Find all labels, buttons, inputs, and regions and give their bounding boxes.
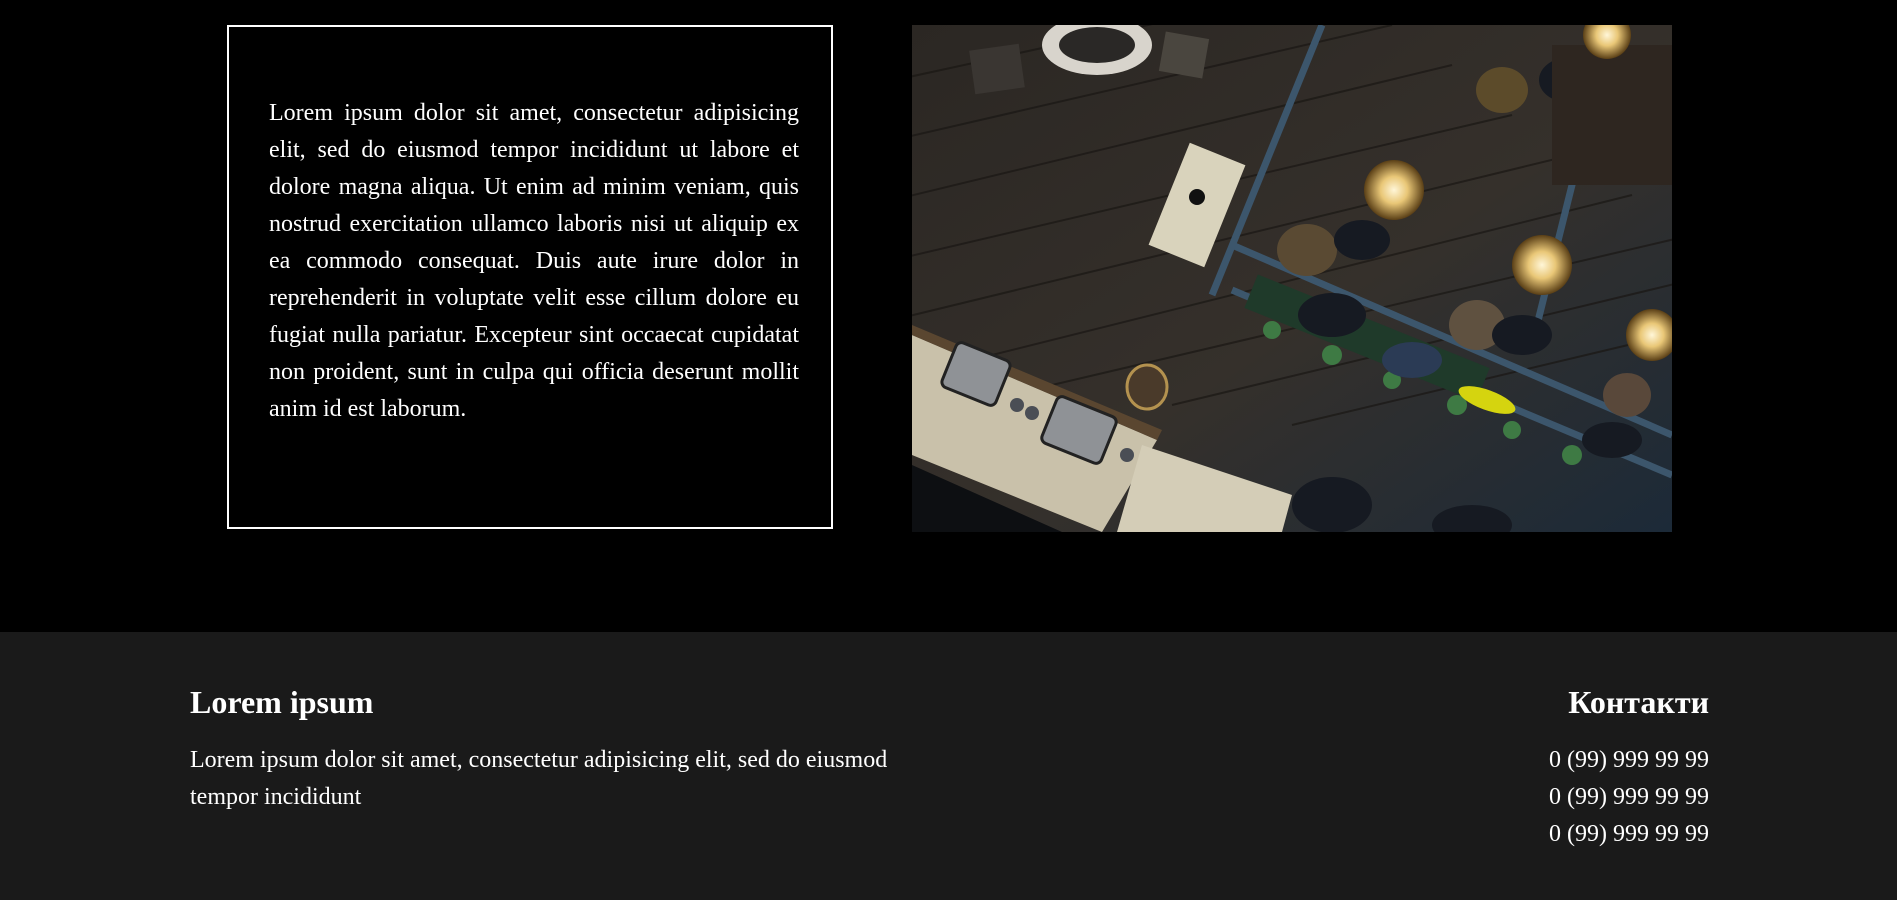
cafe-photo [912, 25, 1672, 532]
intro-paragraph: Lorem ipsum dolor sit amet, consectetur … [269, 100, 799, 422]
footer-about-text: Lorem ipsum dolor sit amet, consectetur … [190, 747, 888, 810]
phone-list: 0 (99) 999 99 99 0 (99) 999 99 99 0 (99)… [1549, 742, 1709, 853]
intro-section: Lorem ipsum dolor sit amet, consectetur … [0, 0, 1897, 632]
phone-number[interactable]: 0 (99) 999 99 99 [1549, 816, 1709, 853]
footer-about: Lorem ipsum Lorem ipsum dolor sit amet, … [190, 682, 930, 816]
footer-contacts: Контакти 0 (99) 999 99 99 0 (99) 999 99 … [1549, 682, 1709, 853]
phone-number[interactable]: 0 (99) 999 99 99 [1549, 742, 1709, 779]
footer-about-title: Lorem ipsum [190, 684, 374, 720]
phone-number[interactable]: 0 (99) 999 99 99 [1549, 779, 1709, 816]
footer-contacts-title: Контакти [1568, 684, 1709, 720]
footer: Lorem ipsum Lorem ipsum dolor sit amet, … [0, 632, 1897, 900]
intro-text-box: Lorem ipsum dolor sit amet, consectetur … [227, 25, 833, 529]
